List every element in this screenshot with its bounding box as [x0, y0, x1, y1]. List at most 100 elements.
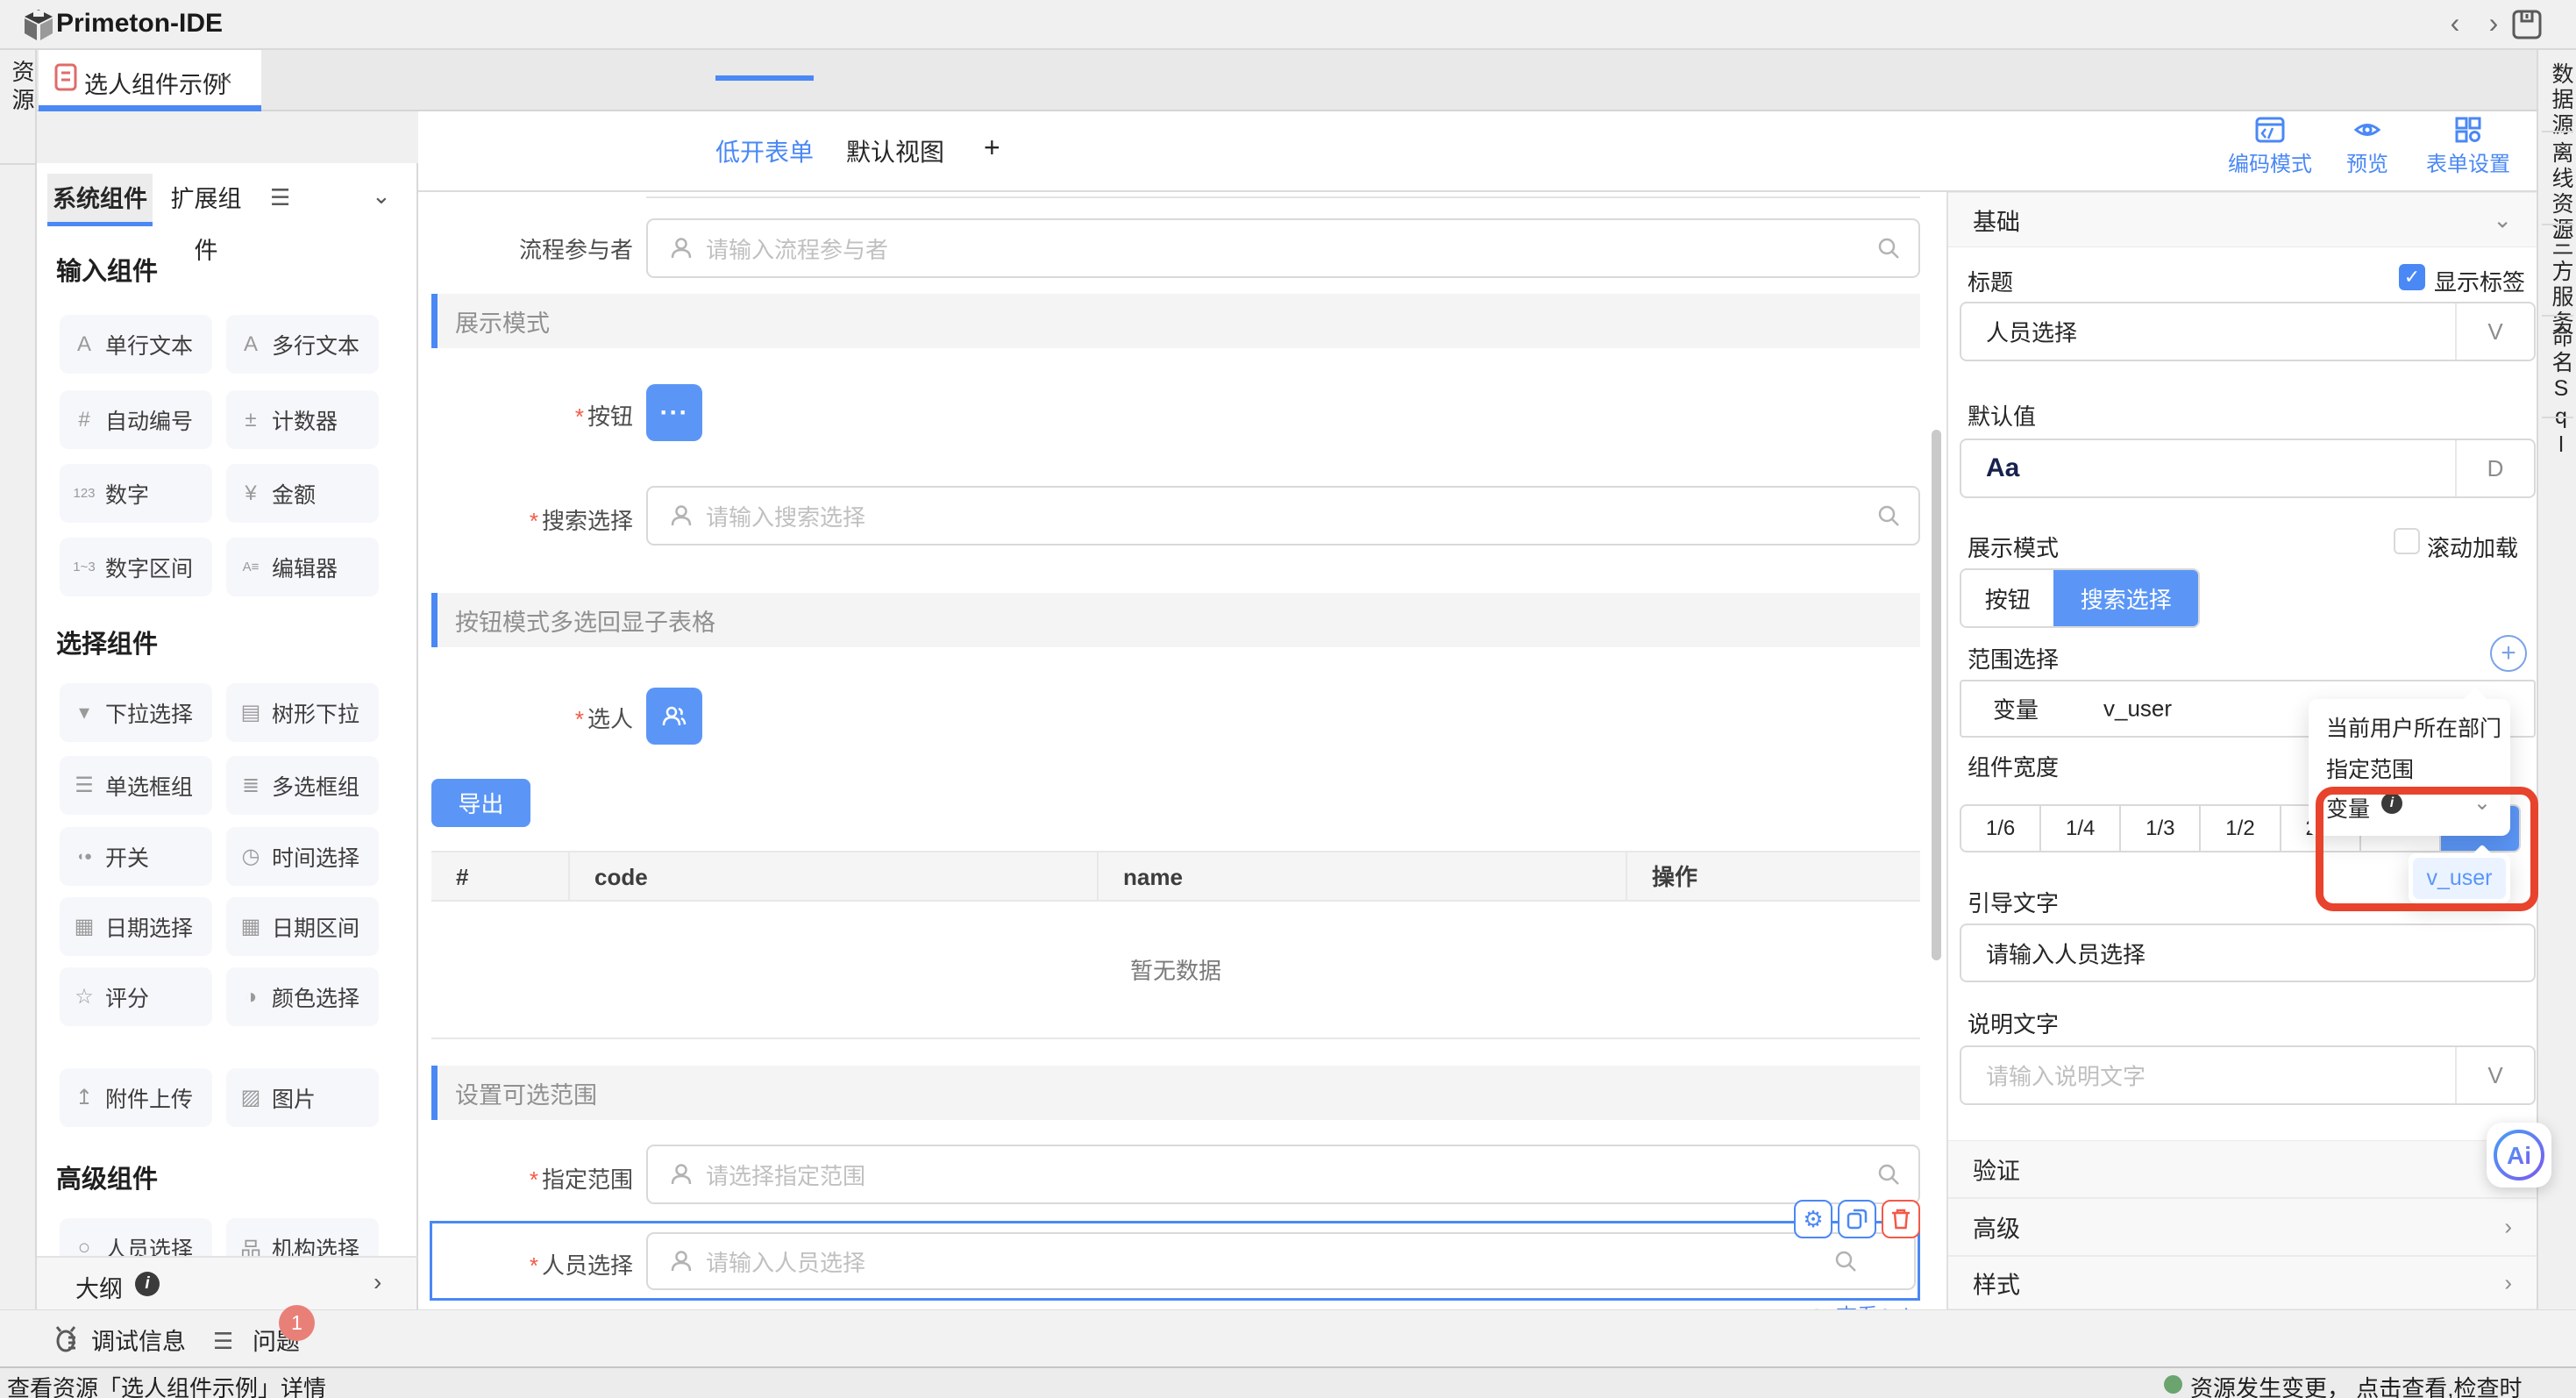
- palette-collapse-icon[interactable]: ⌄: [372, 182, 391, 210]
- palette-item-counter[interactable]: ±计数器: [226, 390, 379, 449]
- default-dynamic-toggle[interactable]: D: [2455, 440, 2534, 496]
- assign-range-input[interactable]: 请选择指定范围: [646, 1145, 1920, 1204]
- participant-input[interactable]: 请输入流程参与者: [646, 218, 1920, 278]
- outline-expand-icon[interactable]: ›: [374, 1268, 381, 1296]
- canvas-scrollbar[interactable]: [1932, 430, 1941, 960]
- person-select-input[interactable]: 请输入人员选择: [646, 1232, 1916, 1290]
- add-range-icon[interactable]: +: [2490, 635, 2527, 672]
- palette-item-rate[interactable]: ☆评分: [60, 967, 212, 1026]
- palette-item-number[interactable]: 123数字: [60, 464, 212, 523]
- width-option[interactable]: 1/4: [2041, 806, 2121, 851]
- doc-tab-active-bar: [39, 105, 261, 111]
- palette-item-number-range[interactable]: 1~3数字区间: [60, 538, 212, 596]
- palette-item-time-picker[interactable]: ◷时间选择: [226, 827, 379, 886]
- section-display-mode: 展示模式: [431, 294, 1920, 348]
- palette-item-editor[interactable]: A≡编辑器: [226, 538, 379, 596]
- export-button[interactable]: 导出: [431, 779, 530, 827]
- strip-third-party-tab[interactable]: 三方服务: [2545, 234, 2576, 336]
- tab-default-view[interactable]: 默认视图: [846, 133, 944, 168]
- title-variable-toggle[interactable]: V: [2455, 303, 2534, 360]
- mode-search-option[interactable]: 搜索选择: [2053, 570, 2198, 626]
- strip-datasource-tab[interactable]: 数据源: [2545, 62, 2576, 139]
- doc-tab-close-icon[interactable]: ×: [219, 65, 232, 92]
- dropdown-option-current-dept[interactable]: 当前用户所在部门: [2309, 711, 2510, 743]
- component-settings-button[interactable]: ⚙: [1794, 1200, 1832, 1238]
- palette-item-tree-select[interactable]: ▤树形下拉: [226, 683, 379, 742]
- person-icon: [669, 503, 694, 528]
- mode-button-option[interactable]: 按钮: [1961, 570, 2053, 626]
- palette-menu-icon[interactable]: ☰: [270, 184, 290, 211]
- checkbox-group-icon: ≣: [238, 773, 264, 798]
- palette-item-multi-text[interactable]: A多行文本: [226, 315, 379, 374]
- tab-system-components[interactable]: 系统组件: [47, 174, 153, 225]
- palette-item-checkbox-group[interactable]: ≣多选框组: [226, 756, 379, 815]
- outline-bar[interactable]: 大纲 i ›: [37, 1256, 418, 1309]
- section-basic[interactable]: 基础 ⌄: [1948, 192, 2538, 247]
- section-subtable: 按钮模式多选回显子表格: [431, 593, 1920, 647]
- switch-icon: ◖●: [71, 849, 97, 864]
- tab-extend-components[interactable]: 扩展组件: [160, 174, 253, 225]
- view-api-link[interactable]: 查看Api: [1804, 1299, 1909, 1309]
- debug-info-button[interactable]: 调试信息: [91, 1323, 186, 1357]
- pick-person-button[interactable]: [646, 688, 702, 745]
- palette-item-radio-group[interactable]: ☰单选框组: [60, 756, 212, 815]
- palette-item-currency[interactable]: ¥金额: [226, 464, 379, 523]
- default-value-input[interactable]: Aa D: [1960, 439, 2536, 498]
- component-copy-button[interactable]: [1838, 1200, 1876, 1238]
- palette-item-auto-number[interactable]: #自动编号: [60, 390, 212, 449]
- user-select-icon: ○: [71, 1236, 97, 1257]
- component-delete-button[interactable]: [1882, 1200, 1920, 1238]
- doc-tab-strip: [37, 50, 2576, 111]
- column-header-code: code: [570, 852, 1099, 900]
- nav-forward-icon[interactable]: ›: [2478, 5, 2509, 40]
- palette-item-switch[interactable]: ◖●开关: [60, 827, 212, 886]
- section-advanced[interactable]: 高级 ›: [1948, 1198, 2538, 1256]
- palette-item-image[interactable]: ▨图片: [226, 1068, 379, 1127]
- section-validation[interactable]: 验证 ›: [1948, 1140, 2538, 1198]
- picker-button[interactable]: ···: [646, 384, 702, 441]
- field-label-assign-range: *指定范围: [431, 1162, 633, 1195]
- guide-text-input[interactable]: 请输入人员选择: [1960, 924, 2536, 982]
- palette-item-upload[interactable]: ↥附件上传: [60, 1068, 212, 1127]
- show-label-checkbox[interactable]: ✓: [2399, 264, 2425, 290]
- palette-item-date-picker[interactable]: ▦日期选择: [60, 897, 212, 956]
- width-option[interactable]: 1/3: [2121, 806, 2201, 851]
- palette-item-user-select[interactable]: ○人员选择: [60, 1218, 212, 1256]
- width-option[interactable]: 1/6: [1961, 806, 2041, 851]
- title-input[interactable]: 人员选择 V: [1960, 302, 2536, 361]
- ai-icon: Ai: [2492, 1128, 2546, 1182]
- nav-back-icon[interactable]: ‹: [2439, 5, 2471, 40]
- document-icon: [54, 63, 77, 91]
- activity-resources-tab[interactable]: 资源: [6, 60, 39, 116]
- search-select-input[interactable]: 请输入搜索选择: [646, 486, 1920, 546]
- status-resource-link[interactable]: 查看资源「选人组件示例」详情: [7, 1371, 326, 1398]
- status-change-message[interactable]: 资源发生变更， 点击查看,检查时间:15:57: [2190, 1371, 2576, 1398]
- doc-tab-label[interactable]: 选人组件示例: [84, 66, 226, 100]
- outline-info-icon[interactable]: i: [135, 1272, 160, 1296]
- field-label-person-select: *人员选择: [431, 1248, 633, 1280]
- section-style[interactable]: 样式 ›: [1948, 1256, 2538, 1309]
- description-variable-toggle[interactable]: V: [2455, 1047, 2534, 1103]
- status-bar: 查看资源「选人组件示例」详情 资源发生变更， 点击查看,检查时间:15:57: [0, 1366, 2576, 1398]
- number-range-icon: 1~3: [71, 560, 97, 574]
- scroll-load-checkbox[interactable]: [2394, 528, 2420, 554]
- form-settings-button[interactable]: 表单设置: [2407, 117, 2530, 177]
- description-input[interactable]: 请输入说明文字 V: [1960, 1045, 2536, 1105]
- palette-item-org-select[interactable]: 品机构选择: [226, 1218, 379, 1256]
- palette-item-color-picker[interactable]: ◑颜色选择: [226, 967, 379, 1026]
- status-green-dot-icon: [2164, 1375, 2182, 1394]
- palette-item-select[interactable]: ▾下拉选择: [60, 683, 212, 742]
- save-icon[interactable]: [2511, 9, 2543, 40]
- width-option[interactable]: 1/2: [2201, 806, 2281, 851]
- range-select-label: 范围选择: [1968, 642, 2059, 674]
- ai-assistant-button[interactable]: Ai: [2487, 1123, 2551, 1188]
- strip-offline-resource-tab[interactable]: 离线资源: [2545, 141, 2576, 243]
- dropdown-option-assign-range[interactable]: 指定范围: [2309, 752, 2510, 784]
- chevron-right-icon: ›: [2504, 1269, 2512, 1296]
- palette-item-single-text[interactable]: A单行文本: [60, 315, 212, 374]
- image-icon: ▨: [238, 1085, 264, 1110]
- palette-item-date-range[interactable]: ▦日期区间: [226, 897, 379, 956]
- add-view-button[interactable]: +: [984, 132, 1000, 164]
- tab-lowcode-form[interactable]: 低开表单: [715, 133, 814, 168]
- strip-named-sql-tab[interactable]: 命名Sql: [2545, 325, 2576, 460]
